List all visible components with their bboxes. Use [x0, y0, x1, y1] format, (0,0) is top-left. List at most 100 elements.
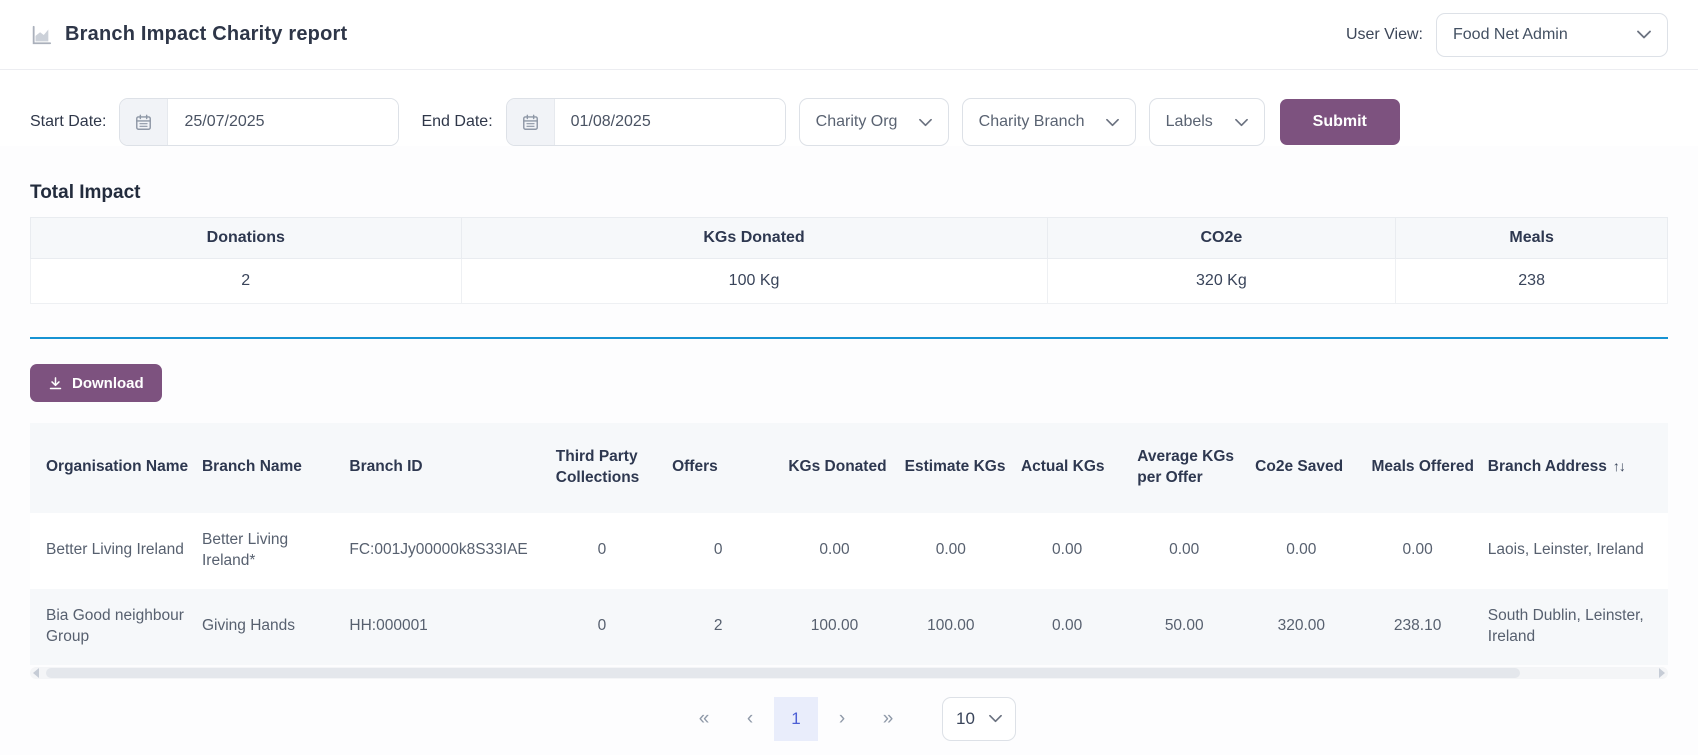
next-page-button[interactable]: › — [820, 697, 864, 741]
cell-offers: 0 — [672, 513, 788, 589]
chevron-down-icon — [919, 118, 932, 127]
end-date-label: End Date: — [421, 113, 492, 131]
cell-co2e-saved: 0.00 — [1255, 513, 1371, 589]
cell-kgs-donated: 0.00 — [788, 513, 904, 589]
previous-page-button[interactable]: ‹ — [728, 697, 772, 741]
pagination: « ‹ 1 › » 10 — [0, 697, 1698, 741]
impact-header-co2e: CO2e — [1047, 218, 1396, 259]
col-organisation-name: Organisation Name — [30, 423, 202, 513]
total-impact-value-row: 2 100 Kg 320 Kg 238 — [31, 259, 1668, 304]
cell-branch-address: Laois, Leinster, Ireland — [1488, 513, 1668, 589]
download-button[interactable]: Download — [30, 364, 162, 402]
user-view-label: User View: — [1346, 26, 1423, 44]
col-co2e-saved: Co2e Saved — [1255, 423, 1371, 513]
page-size-select[interactable]: 10 — [942, 697, 1016, 741]
cell-organisation-name: Better Living Ireland — [30, 513, 202, 589]
total-impact-header-row: Donations KGs Donated CO2e Meals — [31, 218, 1668, 259]
col-average-kgs-per-offer: Average KGs per Offer — [1137, 423, 1255, 513]
report-table-wrap: Organisation Name Branch Name Branch ID … — [30, 423, 1668, 679]
impact-header-donations: Donations — [31, 218, 462, 259]
col-offers: Offers — [672, 423, 788, 513]
calendar-icon[interactable] — [120, 99, 168, 145]
page-size-value: 10 — [956, 709, 975, 729]
impact-value-kgs-donated: 100 Kg — [461, 259, 1047, 304]
cell-branch-address: South Dublin, Leinster, Ireland — [1488, 589, 1668, 665]
calendar-icon[interactable] — [507, 99, 555, 145]
page-number-button[interactable]: 1 — [774, 697, 818, 741]
cell-average-kgs-per-offer: 50.00 — [1137, 589, 1255, 665]
user-view-select[interactable]: Food Net Admin — [1436, 13, 1668, 57]
section-divider — [30, 337, 1668, 339]
labels-value: Labels — [1166, 113, 1213, 131]
chevron-down-icon — [989, 714, 1002, 723]
col-actual-kgs: Actual KGs — [1021, 423, 1137, 513]
cell-meals-offered: 238.10 — [1371, 589, 1487, 665]
charity-branch-value: Charity Branch — [979, 113, 1085, 131]
cell-estimate-kgs: 100.00 — [905, 589, 1021, 665]
cell-actual-kgs: 0.00 — [1021, 589, 1137, 665]
cell-branch-id: HH:000001 — [349, 589, 555, 665]
cell-estimate-kgs: 0.00 — [905, 513, 1021, 589]
cell-third-party-collections: 0 — [556, 513, 672, 589]
end-date-group — [506, 98, 786, 146]
cell-branch-id: FC:001Jy00000k8S33IAE — [349, 513, 555, 589]
col-branch-address-label: Branch Address — [1488, 458, 1607, 475]
cell-offers: 2 — [672, 589, 788, 665]
table-row: Bia Good neighbour Group Giving Hands HH… — [30, 589, 1668, 665]
cell-kgs-donated: 100.00 — [788, 589, 904, 665]
download-button-label: Download — [72, 375, 144, 392]
last-page-button[interactable]: » — [866, 697, 910, 741]
cell-average-kgs-per-offer: 0.00 — [1137, 513, 1255, 589]
start-date-group — [119, 98, 399, 146]
cell-meals-offered: 0.00 — [1371, 513, 1487, 589]
col-estimate-kgs: Estimate KGs — [905, 423, 1021, 513]
report-table: Organisation Name Branch Name Branch ID … — [30, 423, 1668, 665]
title-wrap: Branch Impact Charity report — [30, 23, 347, 46]
first-page-button[interactable]: « — [682, 697, 726, 741]
col-branch-name: Branch Name — [202, 423, 349, 513]
impact-value-donations: 2 — [31, 259, 462, 304]
charity-org-value: Charity Org — [816, 113, 898, 131]
col-third-party-collections: Third Party Collections — [556, 423, 672, 513]
impact-header-meals: Meals — [1396, 218, 1668, 259]
total-impact-heading: Total Impact — [30, 182, 1668, 204]
cell-organisation-name: Bia Good neighbour Group — [30, 589, 202, 665]
col-branch-id: Branch ID — [349, 423, 555, 513]
col-branch-address[interactable]: Branch Address ↑↓ — [1488, 423, 1668, 513]
page-title: Branch Impact Charity report — [65, 23, 347, 46]
charity-org-select[interactable]: Charity Org — [799, 98, 949, 146]
impact-header-kgs-donated: KGs Donated — [461, 218, 1047, 259]
filter-bar: Start Date: End Date: — [0, 70, 1698, 146]
horizontal-scrollbar[interactable] — [30, 667, 1668, 679]
sort-icon[interactable]: ↑↓ — [1613, 458, 1625, 474]
scroll-right-arrow-icon[interactable] — [1659, 668, 1665, 678]
cell-co2e-saved: 320.00 — [1255, 589, 1371, 665]
report-chart-icon — [30, 24, 52, 46]
cell-branch-name: Giving Hands — [202, 589, 349, 665]
charity-branch-select[interactable]: Charity Branch — [962, 98, 1136, 146]
impact-value-meals: 238 — [1396, 259, 1668, 304]
col-kgs-donated: KGs Donated — [788, 423, 904, 513]
download-icon — [48, 376, 63, 391]
table-row: Better Living Ireland Better Living Irel… — [30, 513, 1668, 589]
end-date-input[interactable] — [555, 99, 785, 145]
chevron-down-icon — [1637, 30, 1651, 39]
scroll-left-arrow-icon[interactable] — [33, 668, 39, 678]
cell-branch-name: Better Living Ireland* — [202, 513, 349, 589]
chevron-down-icon — [1106, 118, 1119, 127]
impact-value-co2e: 320 Kg — [1047, 259, 1396, 304]
total-impact-table: Donations KGs Donated CO2e Meals 2 100 K… — [30, 217, 1668, 304]
start-date-label: Start Date: — [30, 113, 106, 131]
topbar: Branch Impact Charity report User View: … — [0, 0, 1698, 70]
start-date-input[interactable] — [168, 99, 398, 145]
chevron-down-icon — [1235, 118, 1248, 127]
cell-third-party-collections: 0 — [556, 589, 672, 665]
cell-actual-kgs: 0.00 — [1021, 513, 1137, 589]
scrollbar-thumb[interactable] — [46, 668, 1520, 678]
user-view-value: Food Net Admin — [1453, 26, 1568, 44]
user-view: User View: Food Net Admin — [1346, 13, 1668, 57]
labels-select[interactable]: Labels — [1149, 98, 1265, 146]
report-table-header-row: Organisation Name Branch Name Branch ID … — [30, 423, 1668, 513]
submit-button[interactable]: Submit — [1280, 99, 1400, 145]
col-meals-offered: Meals Offered — [1371, 423, 1487, 513]
